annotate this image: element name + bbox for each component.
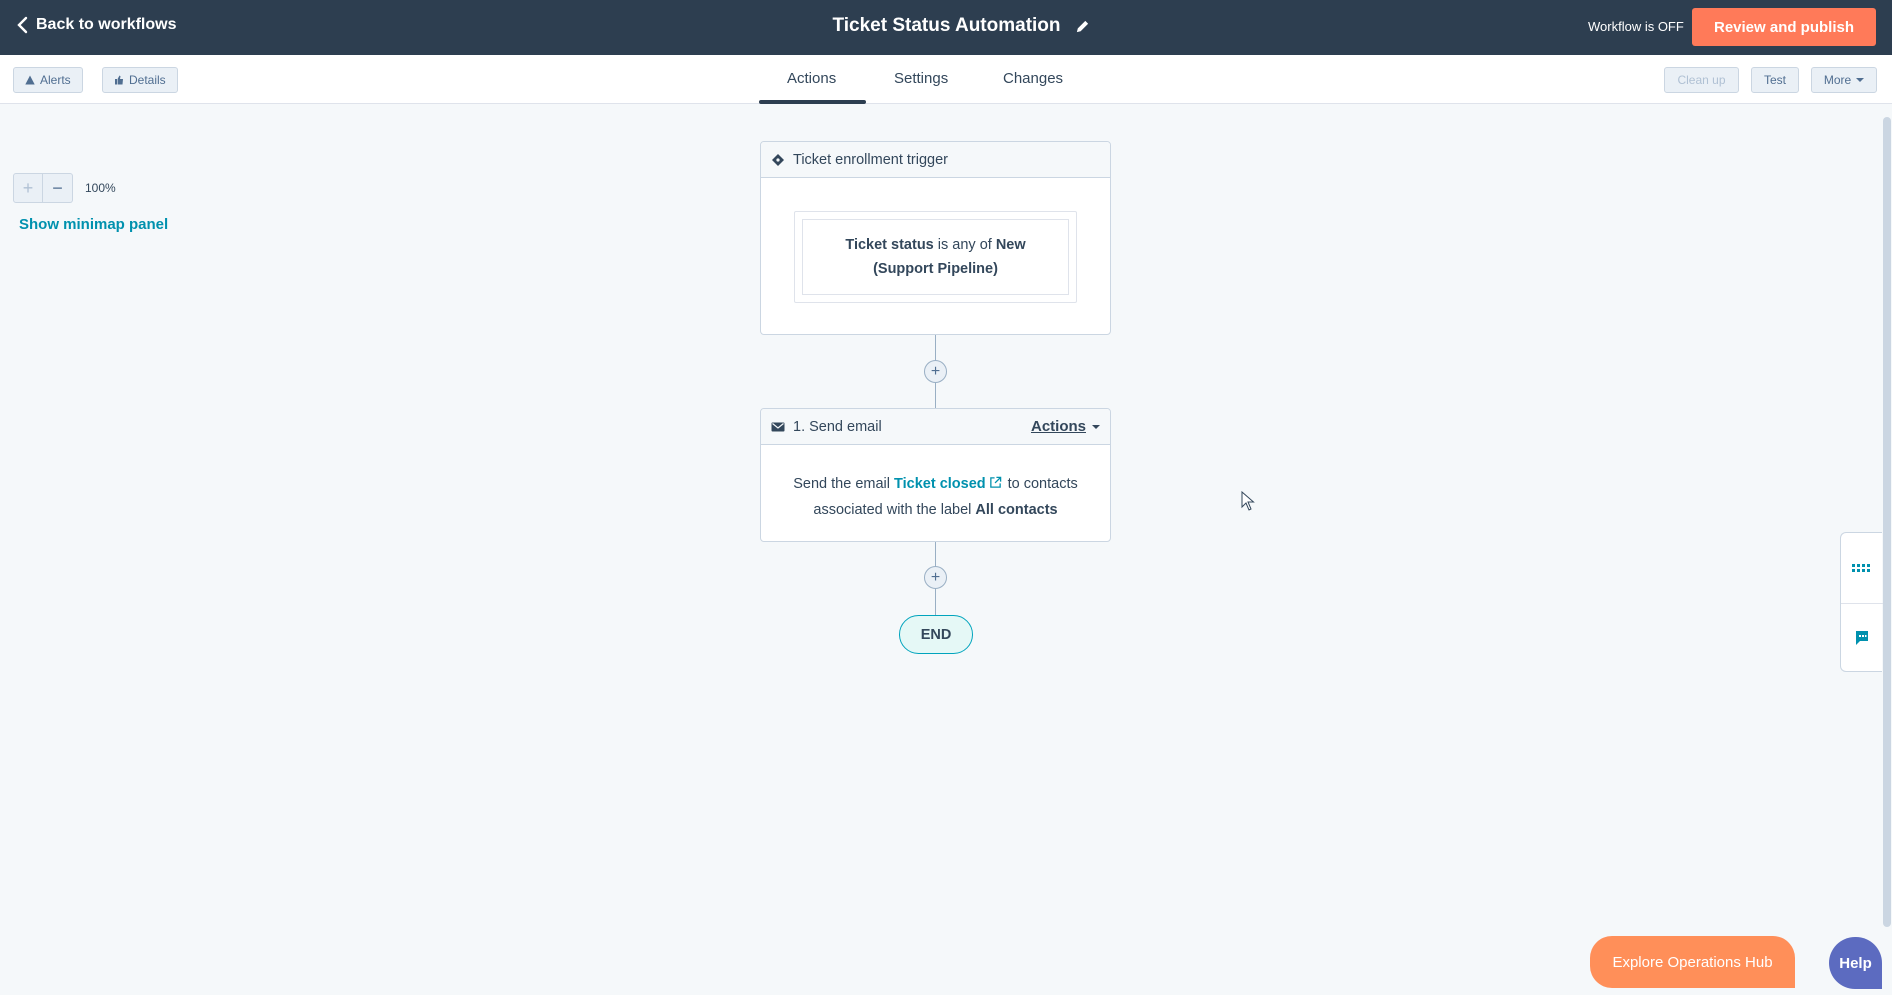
tab-actions[interactable]: Actions — [787, 70, 836, 87]
ticket-icon — [772, 153, 784, 166]
label-name: All contacts — [975, 502, 1058, 518]
tab-settings[interactable]: Settings — [894, 70, 948, 87]
test-button[interactable]: Test — [1751, 67, 1799, 93]
workflow-title-text: Ticket Status Automation — [832, 15, 1061, 36]
filter-value: New — [995, 237, 1026, 253]
explore-operations-hub-button[interactable]: Explore Operations Hub — [1590, 936, 1795, 988]
help-button[interactable]: Help — [1829, 937, 1882, 989]
zoom-in-button[interactable]: + — [13, 173, 43, 203]
caret-down-icon — [1092, 424, 1100, 429]
filter-pipeline: (Support Pipeline) — [873, 261, 998, 277]
canvas-scrollbar-thumb[interactable] — [1883, 117, 1891, 927]
details-label: Details — [129, 73, 166, 87]
back-label: Back to workflows — [36, 16, 177, 33]
zoom-controls: + − 100% — [13, 173, 116, 203]
details-button[interactable]: Details — [102, 67, 178, 93]
chevron-left-icon — [17, 16, 28, 34]
plus-icon: + — [930, 568, 941, 586]
action-title: 1. Send email — [793, 418, 882, 435]
connector-line — [935, 383, 936, 408]
action-description: Send the email Ticket closed to contacts … — [761, 445, 1110, 523]
caret-down-icon — [1856, 78, 1865, 82]
back-to-workflows-link[interactable]: Back to workflows — [16, 16, 176, 34]
comments-button[interactable] — [1841, 603, 1883, 673]
email-name-link[interactable]: Ticket closed — [894, 476, 986, 492]
review-and-publish-button[interactable]: Review and publish — [1692, 8, 1876, 46]
enrollment-trigger-card[interactable]: Ticket enrollment trigger Ticket status … — [760, 141, 1111, 335]
show-minimap-link[interactable]: Show minimap panel — [19, 216, 168, 233]
tab-changes[interactable]: Changes — [1003, 70, 1063, 87]
more-button[interactable]: More — [1811, 67, 1877, 93]
filter-property: Ticket status — [845, 237, 934, 253]
action-card-header: 1. Send email Actions — [761, 409, 1110, 445]
minus-icon: − — [52, 177, 63, 198]
active-tab-indicator — [759, 100, 866, 104]
tab-bar: Alerts Details Actions Settings Changes … — [0, 55, 1892, 104]
zoom-level: 100% — [85, 181, 116, 195]
more-label: More — [1823, 73, 1852, 87]
action-text-pre: Send the email — [793, 476, 890, 492]
grid-dots-icon — [1852, 564, 1870, 572]
external-link-icon[interactable] — [989, 476, 1002, 489]
alerts-label: Alerts — [40, 73, 71, 87]
trigger-filter: Ticket status is any of New (Support Pip… — [802, 219, 1069, 295]
end-label: END — [920, 626, 952, 643]
workflow-title: Ticket Status Automation — [802, 15, 1089, 37]
workflow-status: Workflow is OFF — [1588, 19, 1684, 34]
add-action-button[interactable]: + — [924, 360, 947, 383]
end-node: END — [899, 615, 973, 654]
send-email-action-card[interactable]: 1. Send email Actions Send the email Tic… — [760, 408, 1111, 542]
action-menu-label: Actions — [1030, 418, 1086, 435]
zoom-out-button[interactable]: − — [43, 173, 73, 203]
trigger-filter-box[interactable]: Ticket status is any of New (Support Pip… — [794, 211, 1077, 303]
thumbs-up-icon — [115, 75, 123, 85]
alerts-button[interactable]: Alerts — [13, 67, 83, 93]
action-menu-dropdown[interactable]: Actions — [1031, 418, 1100, 435]
pencil-icon[interactable] — [1075, 19, 1090, 34]
grid-apps-button[interactable] — [1841, 533, 1883, 603]
comment-icon — [1856, 631, 1868, 645]
top-bar: Back to workflows Ticket Status Automati… — [0, 0, 1892, 55]
side-panel — [1840, 532, 1883, 673]
trigger-title: Ticket enrollment trigger — [793, 151, 948, 168]
clean-up-label: Clean up — [1677, 73, 1726, 87]
email-icon — [771, 422, 785, 431]
plus-icon: + — [22, 177, 34, 198]
mouse-cursor-icon — [1241, 491, 1255, 511]
trigger-card-header: Ticket enrollment trigger — [761, 142, 1110, 178]
filter-operator: is any of — [937, 237, 992, 253]
add-action-button[interactable]: + — [924, 566, 947, 589]
clean-up-button[interactable]: Clean up — [1664, 67, 1739, 93]
warning-icon — [25, 75, 35, 85]
plus-icon: + — [930, 362, 941, 380]
test-label: Test — [1763, 73, 1786, 87]
